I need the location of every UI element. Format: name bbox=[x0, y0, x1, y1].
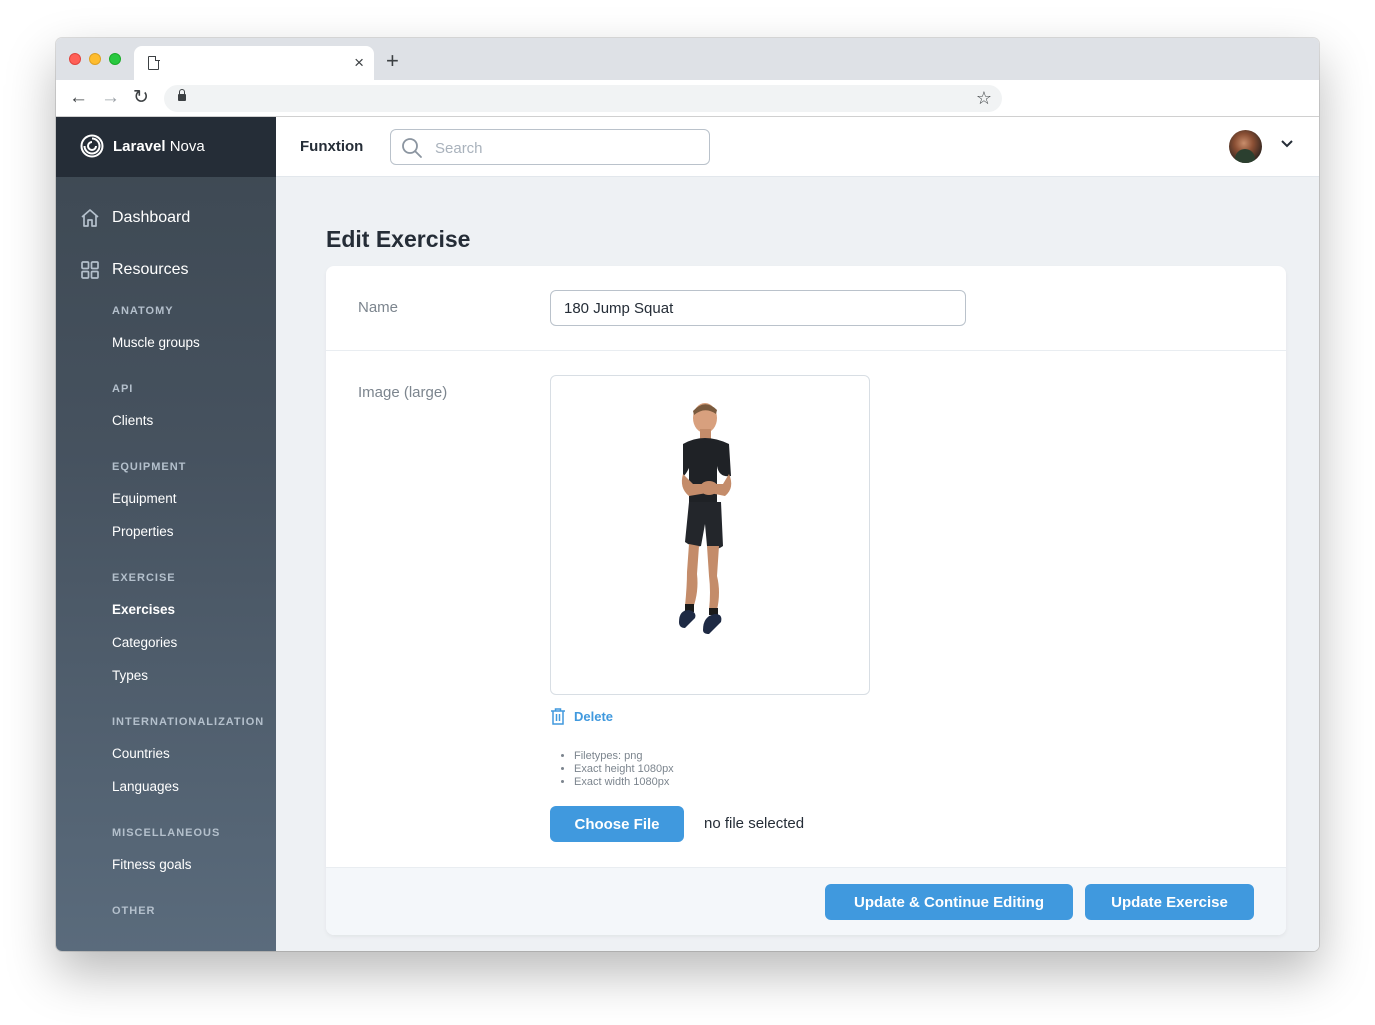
delete-image-button[interactable]: Delete bbox=[550, 708, 613, 725]
edit-form-card: Name Image (large) bbox=[326, 266, 1286, 935]
name-label: Name bbox=[358, 299, 399, 316]
browser-tab[interactable]: × bbox=[134, 46, 374, 80]
sidebar-item-exercises[interactable]: Exercises bbox=[112, 602, 175, 617]
sidebar-item-properties[interactable]: Properties bbox=[112, 524, 174, 539]
update-exercise-button[interactable]: Update Exercise bbox=[1085, 884, 1254, 920]
sidebar-item-equipment[interactable]: Equipment bbox=[112, 491, 177, 506]
upload-rules-list: Filetypes: png Exact height 1080px Exact… bbox=[574, 750, 674, 789]
brand-bar[interactable]: Laravel Nova bbox=[56, 117, 276, 177]
brand-name: Laravel Nova bbox=[113, 138, 205, 155]
reload-icon[interactable]: ↻ bbox=[133, 87, 149, 109]
sidebar-section-equipment: Equipment bbox=[112, 461, 187, 473]
choose-file-button[interactable]: Choose File bbox=[550, 806, 684, 842]
new-tab-button[interactable]: + bbox=[386, 50, 399, 72]
name-field-row: Name bbox=[326, 266, 1286, 351]
sidebar-section-miscellaneous: Miscellaneous bbox=[112, 827, 221, 839]
sidebar-item-muscle-groups[interactable]: Muscle groups bbox=[112, 335, 200, 350]
sidebar-section-other: Other bbox=[112, 905, 156, 917]
sidebar-section-anatomy: Anatomy bbox=[112, 305, 174, 317]
address-bar[interactable]: ☆ bbox=[164, 85, 1002, 112]
global-search[interactable] bbox=[390, 129, 710, 165]
nova-app: Laravel Nova Dashboard Resources Anatomy… bbox=[56, 117, 1319, 951]
update-continue-button[interactable]: Update & Continue Editing bbox=[825, 884, 1073, 920]
document-icon bbox=[148, 55, 160, 70]
sidebar-section-internationalization: Internationalization bbox=[112, 716, 265, 728]
minimize-window-button[interactable] bbox=[89, 53, 101, 65]
grid-icon bbox=[81, 261, 99, 279]
sidebar-item-languages[interactable]: Languages bbox=[112, 779, 179, 794]
rule-width: Exact width 1080px bbox=[574, 776, 674, 789]
image-preview bbox=[550, 375, 870, 695]
rule-filetypes: Filetypes: png bbox=[574, 750, 674, 763]
search-icon bbox=[402, 138, 422, 158]
page-title: Edit Exercise bbox=[326, 226, 471, 252]
back-arrow-icon[interactable]: ← bbox=[69, 87, 88, 109]
sidebar-item-dashboard[interactable]: Dashboard bbox=[80, 208, 190, 228]
browser-tab-bar: × + bbox=[56, 38, 1319, 80]
sidebar-item-countries[interactable]: Countries bbox=[112, 746, 170, 761]
browser-toolbar: ← → ↻ ☆ bbox=[56, 80, 1319, 117]
sidebar-item-clients[interactable]: Clients bbox=[112, 413, 153, 428]
forward-arrow-icon[interactable]: → bbox=[101, 87, 120, 109]
search-input[interactable] bbox=[435, 138, 695, 158]
close-window-button[interactable] bbox=[69, 53, 81, 65]
browser-window: × + ← → ↻ ☆ Laravel Nova Dashboard Resou… bbox=[56, 38, 1319, 951]
image-label: Image (large) bbox=[358, 384, 448, 401]
sidebar-item-fitness-goals[interactable]: Fitness goals bbox=[112, 857, 192, 872]
sidebar: Laravel Nova Dashboard Resources Anatomy… bbox=[56, 117, 276, 951]
home-icon bbox=[81, 209, 99, 227]
trash-icon bbox=[551, 708, 565, 725]
tab-close-icon[interactable]: × bbox=[354, 53, 364, 73]
sidebar-section-exercise: Exercise bbox=[112, 572, 176, 584]
nova-logo-icon bbox=[80, 134, 104, 158]
user-avatar[interactable] bbox=[1229, 130, 1262, 163]
name-input[interactable] bbox=[550, 290, 966, 326]
form-footer: Update & Continue Editing Update Exercis… bbox=[326, 867, 1286, 935]
sidebar-item-categories[interactable]: Categories bbox=[112, 635, 177, 650]
top-header: Funxtion bbox=[276, 117, 1319, 177]
app-name[interactable]: Funxtion bbox=[300, 138, 363, 155]
lock-icon bbox=[178, 89, 186, 101]
bookmark-star-icon[interactable]: ☆ bbox=[976, 88, 992, 109]
exercise-image bbox=[679, 403, 732, 634]
sidebar-item-resources[interactable]: Resources bbox=[80, 260, 188, 280]
sidebar-item-types[interactable]: Types bbox=[112, 668, 148, 683]
sidebar-section-api: Api bbox=[112, 383, 134, 395]
file-status: no file selected bbox=[704, 815, 805, 832]
rule-height: Exact height 1080px bbox=[574, 763, 674, 776]
maximize-window-button[interactable] bbox=[109, 53, 121, 65]
chevron-down-icon[interactable] bbox=[1280, 136, 1294, 152]
